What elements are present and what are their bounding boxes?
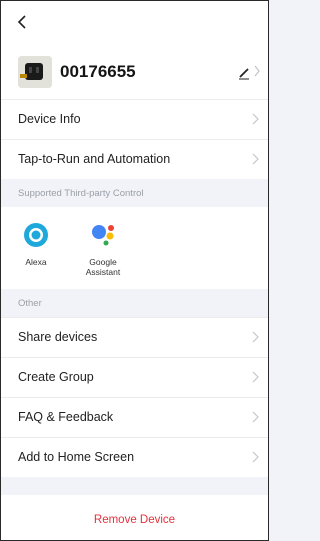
section-header-third-party: Supported Third-party Control xyxy=(1,179,268,207)
menu-item-label: Tap-to-Run and Automation xyxy=(18,152,171,166)
third-party-control-panel: Alexa Google Assistant xyxy=(1,207,268,289)
back-button[interactable] xyxy=(13,13,31,31)
top-bar xyxy=(1,1,268,43)
device-settings-screen: 00176655 Device Info Tap-to-Run and Auto… xyxy=(0,0,269,541)
chevron-right-icon xyxy=(252,371,259,383)
menu-item-device-info[interactable]: Device Info xyxy=(1,99,268,139)
menu-item-label: Share devices xyxy=(18,330,98,344)
menu-item-label: FAQ & Feedback xyxy=(18,410,114,424)
smart-plug-icon xyxy=(18,56,52,88)
chevron-right-icon xyxy=(252,113,259,125)
menu-item-add-to-home-screen[interactable]: Add to Home Screen xyxy=(1,437,268,477)
chevron-right-icon xyxy=(254,65,260,77)
pencil-icon[interactable] xyxy=(237,65,253,81)
menu-item-share-devices[interactable]: Share devices xyxy=(1,317,268,357)
remove-device-button[interactable]: Remove Device xyxy=(1,495,268,540)
chevron-right-icon xyxy=(252,411,259,423)
section-title: Other xyxy=(18,298,42,309)
alexa-label: Alexa xyxy=(25,257,47,267)
menu-item-faq-feedback[interactable]: FAQ & Feedback xyxy=(1,397,268,437)
chevron-right-icon xyxy=(252,451,259,463)
google-assistant-icon xyxy=(92,225,114,246)
menu-item-tap-to-run[interactable]: Tap-to-Run and Automation xyxy=(1,139,268,179)
section-header-other: Other xyxy=(1,289,268,317)
google-assistant-label: Google Assistant xyxy=(85,257,121,277)
remove-device-label: Remove Device xyxy=(93,514,176,526)
alexa-control[interactable]: Alexa xyxy=(6,221,66,267)
spacer xyxy=(1,477,268,495)
alexa-icon xyxy=(24,223,48,247)
menu-item-label: Create Group xyxy=(18,370,94,384)
chevron-right-icon xyxy=(252,153,259,165)
menu-item-label: Device Info xyxy=(18,112,81,126)
chevron-left-icon xyxy=(17,15,26,29)
google-assistant-control[interactable]: Google Assistant xyxy=(73,221,133,277)
device-header: 00176655 xyxy=(1,43,268,99)
menu-item-create-group[interactable]: Create Group xyxy=(1,357,268,397)
chevron-right-icon xyxy=(252,331,259,343)
device-name: 00176655 xyxy=(60,62,136,81)
section-title: Supported Third-party Control xyxy=(18,188,144,199)
menu-item-label: Add to Home Screen xyxy=(18,450,135,464)
device-thumbnail xyxy=(18,56,52,88)
